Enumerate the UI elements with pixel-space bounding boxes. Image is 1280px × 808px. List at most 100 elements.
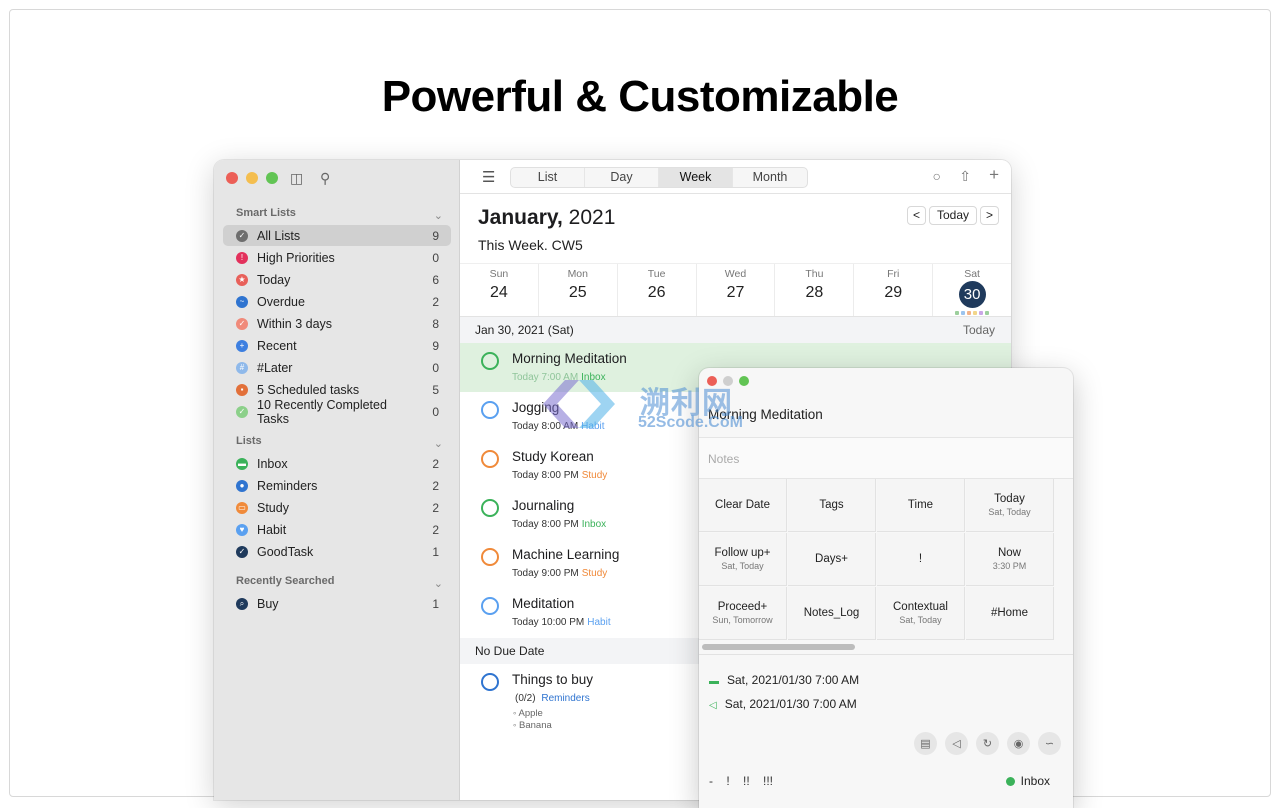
- tab-day[interactable]: Day: [585, 168, 659, 187]
- attachment-icon[interactable]: ∽: [1038, 732, 1061, 755]
- action-button[interactable]: Days+: [788, 533, 876, 586]
- task-meta: Today 8:00 PM Study: [512, 470, 608, 481]
- sidebar-item[interactable]: ● Reminders 2: [223, 475, 451, 496]
- repeat-icon[interactable]: ↻: [976, 732, 999, 755]
- zoom-button[interactable]: [266, 172, 278, 184]
- action-button[interactable]: Clear Date: [699, 479, 787, 532]
- day-column[interactable]: Sun 24: [460, 264, 539, 316]
- day-name: Sun: [489, 268, 509, 280]
- alarm-line[interactable]: ◁ Sat, 2021/01/30 7:00 AM: [709, 697, 857, 711]
- task-list-label: Study: [581, 568, 608, 579]
- day-column[interactable]: Fri 29: [854, 264, 934, 316]
- task-checkbox[interactable]: [481, 352, 499, 370]
- sidebar-item-label: Recent: [257, 338, 297, 353]
- action-button[interactable]: Tags: [788, 479, 876, 532]
- task-checkbox[interactable]: [481, 450, 499, 468]
- day-column[interactable]: Wed 27: [697, 264, 776, 316]
- horizontal-scrollbar[interactable]: [702, 644, 855, 650]
- priority-selector[interactable]: - ! !! !!!: [709, 774, 773, 788]
- alarm-icon[interactable]: ◁: [945, 732, 968, 755]
- detail-actions: ▤ ◁ ↻ ◉ ∽: [914, 732, 1061, 755]
- task-title: Meditation: [512, 596, 575, 611]
- location-icon[interactable]: ◉: [1007, 732, 1030, 755]
- task-checkbox[interactable]: [481, 673, 499, 691]
- sidebar-item[interactable]: ! High Priorities 0: [223, 247, 451, 268]
- next-week-button[interactable]: >: [980, 206, 999, 225]
- action-button[interactable]: Today Sat, Today: [966, 479, 1054, 532]
- sidebar-item-label: Today: [257, 272, 291, 287]
- tab-list[interactable]: List: [511, 168, 585, 187]
- sidebar-item-count: 2: [432, 456, 439, 471]
- task-checkbox[interactable]: [481, 401, 499, 419]
- day-number: 28: [805, 284, 824, 301]
- sidebar-item[interactable]: ✓ Within 3 days 8: [223, 313, 451, 334]
- sidebar-item-label: Study: [257, 500, 289, 515]
- wave-icon: ~: [236, 295, 248, 308]
- today-label: Today: [962, 323, 995, 337]
- tab-week[interactable]: Week: [659, 168, 733, 187]
- action-button[interactable]: Notes_Log: [788, 587, 876, 640]
- prev-week-button[interactable]: <: [907, 206, 926, 225]
- action-button[interactable]: Contextual Sat, Today: [877, 587, 965, 640]
- sidebar-item-label: Buy: [257, 596, 279, 611]
- day-column[interactable]: Tue 26: [618, 264, 697, 316]
- menu-icon[interactable]: ☰: [482, 168, 495, 186]
- circle-icon[interactable]: ○: [933, 168, 941, 184]
- task-checkbox[interactable]: [481, 548, 499, 566]
- sidebar-item-count: 2: [432, 294, 439, 309]
- check-icon: ✓: [236, 405, 248, 418]
- chevron-down-icon[interactable]: ⌄: [434, 577, 443, 590]
- sidebar-item[interactable]: ▬ Inbox 2: [223, 453, 451, 474]
- sidebar-toggle-icon[interactable]: ◫: [290, 170, 303, 187]
- action-button[interactable]: Now 3:30 PM: [966, 533, 1054, 586]
- task-meta: Today 8:00 PM Inbox: [512, 519, 607, 530]
- action-button[interactable]: Follow up+ Sat, Today: [699, 533, 787, 586]
- sidebar-item[interactable]: ♥ Habit 2: [223, 519, 451, 540]
- chevron-down-icon[interactable]: ⌄: [434, 437, 443, 450]
- action-button[interactable]: Time: [877, 479, 965, 532]
- action-button[interactable]: Proceed+ Sun, Tomorrow: [699, 587, 787, 640]
- due-date-line[interactable]: ▬ Sat, 2021/01/30 7:00 AM: [709, 673, 859, 687]
- day-name: Thu: [805, 268, 824, 280]
- sidebar-item[interactable]: ★ Today 6: [223, 269, 451, 290]
- task-checkbox[interactable]: [481, 597, 499, 615]
- notes-field[interactable]: Notes: [699, 437, 1073, 479]
- action-button[interactable]: #Home: [966, 587, 1054, 640]
- action-button[interactable]: !: [877, 533, 965, 586]
- sidebar-item[interactable]: ~ Overdue 2: [223, 291, 451, 312]
- search-icon[interactable]: ⚲: [320, 170, 330, 187]
- sidebar-item[interactable]: ✓ All Lists 9: [223, 225, 451, 246]
- sidebar-item[interactable]: ⌕ Buy 1: [223, 593, 451, 614]
- task-title: Things to buy: [512, 672, 594, 687]
- close-button[interactable]: [226, 172, 238, 184]
- day-column[interactable]: Sat 30: [933, 264, 1011, 316]
- sidebar-item-count: 2: [432, 478, 439, 493]
- day-number: 29: [884, 284, 903, 301]
- day-column[interactable]: Thu 28: [775, 264, 855, 316]
- chevron-down-icon[interactable]: ⌄: [434, 209, 443, 222]
- add-icon[interactable]: +: [989, 165, 999, 185]
- minimize-button[interactable]: [723, 376, 733, 386]
- today-button[interactable]: Today: [929, 206, 977, 225]
- sidebar-item[interactable]: ▭ Study 2: [223, 497, 451, 518]
- sidebar-item[interactable]: # #Later 0: [223, 357, 451, 378]
- close-button[interactable]: [707, 376, 717, 386]
- sidebar-item-label: Habit: [257, 522, 287, 537]
- detail-window-controls: [707, 376, 749, 386]
- share-icon[interactable]: ⇧: [959, 168, 971, 185]
- tab-month[interactable]: Month: [733, 168, 807, 187]
- sidebar-item[interactable]: + Recent 9: [223, 335, 451, 356]
- sidebar-item-label: Reminders: [257, 478, 318, 493]
- list-selector[interactable]: Inbox: [1005, 774, 1050, 788]
- day-column[interactable]: Mon 25: [539, 264, 618, 316]
- calendar-icon[interactable]: ▤: [914, 732, 937, 755]
- sidebar-item[interactable]: ✓ 10 Recently Completed Tasks 0: [223, 398, 451, 426]
- minimize-button[interactable]: [246, 172, 258, 184]
- check-icon: ✓: [236, 545, 248, 558]
- sidebar-item[interactable]: ✓ GoodTask 1: [223, 541, 451, 562]
- zoom-button[interactable]: [739, 376, 749, 386]
- sidebar-item-count: 0: [432, 404, 439, 419]
- task-checkbox[interactable]: [481, 499, 499, 517]
- detail-title[interactable]: Morning Meditation: [708, 407, 823, 422]
- task-list-label: Inbox: [581, 372, 606, 383]
